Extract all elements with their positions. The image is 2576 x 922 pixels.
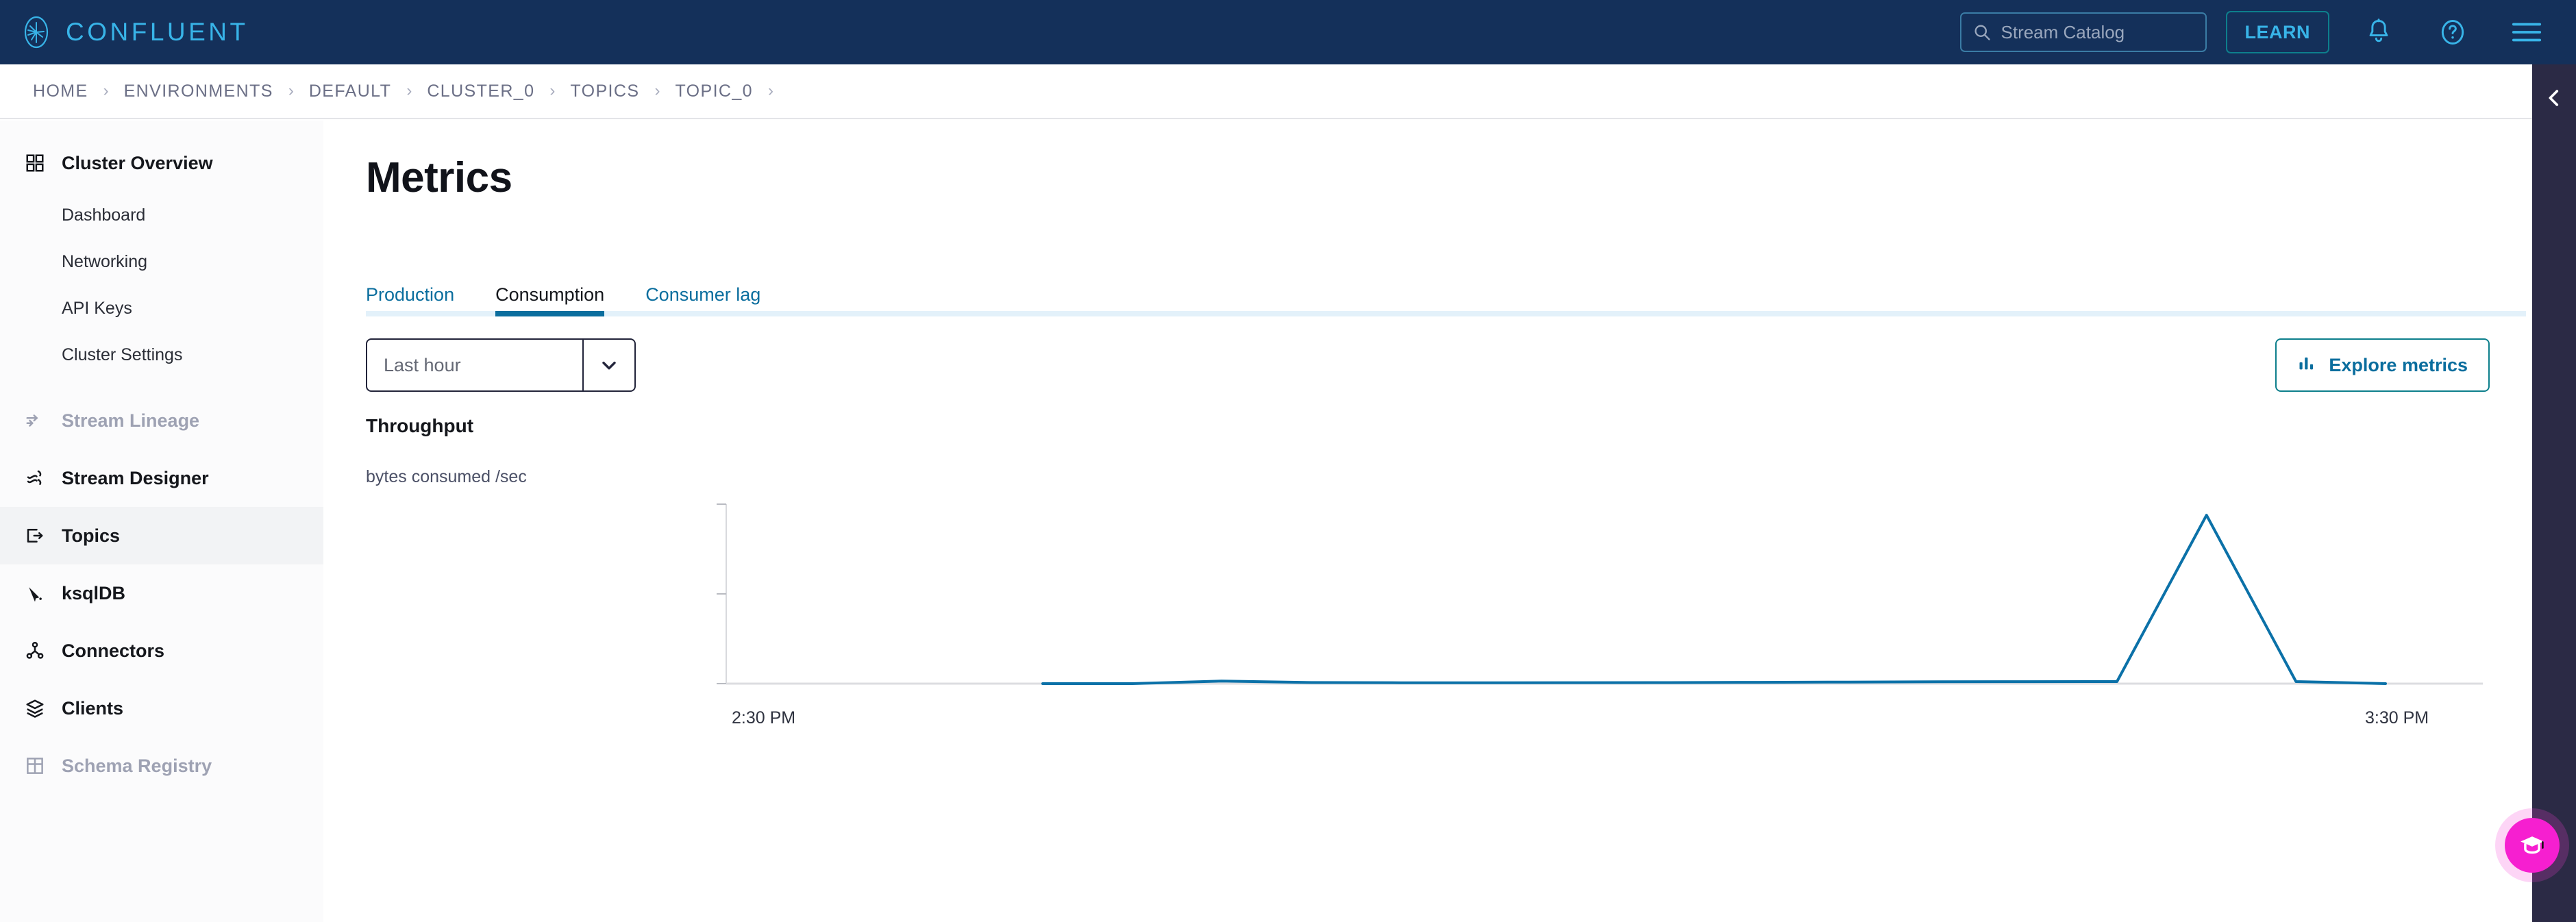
sidebar-item-label: Stream Designer: [62, 467, 209, 488]
bell-icon: [2369, 18, 2388, 42]
metrics-toolbar: Last hour Explore metrics: [323, 338, 2532, 400]
confluent-logo[interactable]: CONFLUENT: [19, 15, 249, 49]
connectors-icon: [23, 639, 47, 662]
sidebar-subitem-label: API Keys: [62, 298, 132, 318]
right-panel-collapse-toggle[interactable]: [2532, 64, 2576, 922]
time-range-select[interactable]: Last hour: [366, 338, 636, 392]
sidebar-item-clients[interactable]: Clients: [0, 680, 323, 737]
sidebar-item-label: ksqlDB: [62, 582, 126, 603]
clients-layers-icon: [23, 697, 47, 720]
breadcrumb-item-topic-0[interactable]: TOPIC_0: [675, 82, 753, 101]
x-axis-tick: 2:30 PM: [732, 708, 796, 727]
sidebar-item-connectors[interactable]: Connectors: [0, 622, 323, 680]
sidebar-item-schema-registry[interactable]: Schema Registry: [0, 737, 323, 795]
topbar-actions: Stream Catalog LEARN: [1959, 0, 2576, 64]
sidebar-item-stream-designer[interactable]: Stream Designer: [0, 449, 323, 507]
breadcrumb-separator: ›: [549, 82, 556, 100]
breadcrumb: HOME › ENVIRONMENTS › DEFAULT › CLUSTER_…: [0, 64, 2532, 119]
explore-metrics-label: Explore metrics: [2329, 354, 2468, 375]
confluent-metrics-page: CONFLUENT Stream Catalog LEARN HOME › EN…: [0, 0, 2576, 922]
chart-plot-area[interactable]: 29.3KB/s 14.65KB/s 0B/s 2:30 PM 3:30 PM: [323, 499, 2532, 727]
search-icon: [1974, 25, 1990, 40]
ksqldb-icon: [23, 582, 47, 605]
time-range-value: Last hour: [384, 354, 461, 375]
breadcrumb-separator: ›: [288, 82, 294, 100]
tab-active-underline: [495, 311, 605, 316]
breadcrumb-item-cluster-0[interactable]: CLUSTER_0: [427, 82, 534, 101]
sidebar-item-api-keys[interactable]: API Keys: [0, 285, 323, 332]
sidebar-item-topics[interactable]: Topics: [0, 507, 323, 564]
search-placeholder: Stream Catalog: [2001, 21, 2125, 42]
chevron-left-icon: [2549, 90, 2559, 106]
sidebar-item-label: Connectors: [62, 640, 165, 661]
sidebar-item-ksqldb[interactable]: ksqlDB: [0, 564, 323, 622]
tab-consumer-lag[interactable]: Consumer lag: [645, 284, 760, 311]
sidebar-item-label: Cluster Overview: [62, 152, 213, 173]
tab-production[interactable]: Production: [366, 284, 454, 311]
brand-text: CONFLUENT: [66, 18, 249, 46]
sidebar-subitem-label: Networking: [62, 251, 148, 271]
sidebar-item-cluster-overview[interactable]: Cluster Overview: [0, 134, 323, 192]
hamburger-menu-icon: [2512, 23, 2542, 42]
sidebar-item-label: Schema Registry: [62, 755, 212, 776]
sidebar-item-cluster-settings[interactable]: Cluster Settings: [0, 332, 323, 378]
grid-icon: [23, 151, 47, 175]
sidebar-subitem-label: Cluster Settings: [62, 345, 183, 364]
breadcrumb-separator: ›: [654, 82, 660, 100]
sidebar-item-label: Topics: [62, 525, 121, 546]
hamburger-menu-button[interactable]: [2507, 13, 2546, 51]
breadcrumb-item-environments[interactable]: ENVIRONMENTS: [124, 82, 273, 101]
metrics-tabs: Production Consumption Consumer lag: [323, 274, 2532, 319]
tab-baseline: [366, 311, 2526, 316]
sidebar-item-label: Clients: [62, 697, 124, 719]
help-icon: [2441, 20, 2464, 45]
breadcrumb-separator: ›: [768, 82, 773, 100]
sidebar-subitem-label: Dashboard: [62, 205, 146, 225]
learn-button[interactable]: LEARN: [2225, 11, 2329, 53]
breadcrumb-item-topics[interactable]: TOPICS: [570, 82, 639, 101]
breadcrumb-item-default[interactable]: DEFAULT: [309, 82, 391, 101]
breadcrumb-separator: ›: [406, 82, 412, 100]
graduation-cap-icon: [2521, 836, 2544, 854]
sidebar-item-label: Stream Lineage: [62, 410, 200, 431]
help-button[interactable]: [2433, 13, 2472, 51]
throughput-line-plot: [717, 503, 2483, 685]
confluent-mark-icon: [24, 16, 49, 49]
lineage-arrow-icon: [23, 409, 47, 432]
sidebar-navigation: Cluster Overview Dashboard Networking AP…: [0, 121, 323, 922]
breadcrumb-separator: ›: [103, 82, 109, 100]
sidebar-item-dashboard[interactable]: Dashboard: [0, 192, 323, 238]
main-content: Metrics Production Consumption Consumer …: [323, 121, 2532, 922]
tab-consumption[interactable]: Consumption: [495, 284, 604, 311]
topics-icon: [23, 524, 47, 547]
tab-row: Production Consumption Consumer lag: [323, 274, 2532, 311]
sidebar-item-networking[interactable]: Networking: [0, 238, 323, 285]
search-input[interactable]: Stream Catalog: [1959, 12, 2207, 52]
explore-metrics-button[interactable]: Explore metrics: [2275, 338, 2490, 392]
top-navigation-bar: CONFLUENT Stream Catalog LEARN: [0, 0, 2576, 64]
page-title: Metrics: [366, 154, 512, 201]
learning-fab-button[interactable]: [2505, 818, 2560, 873]
bar-chart-icon: [2297, 353, 2316, 377]
sidebar-item-stream-lineage[interactable]: Stream Lineage: [0, 392, 323, 449]
chevron-down-icon[interactable]: [582, 340, 634, 390]
chart-title: Throughput: [366, 415, 474, 436]
x-axis-tick: 3:30 PM: [2365, 708, 2429, 727]
notifications-button[interactable]: [2360, 13, 2398, 51]
breadcrumb-item-home[interactable]: HOME: [33, 82, 88, 101]
chart-subtitle: bytes consumed /sec: [366, 467, 527, 486]
schema-registry-icon: [23, 754, 47, 777]
stream-designer-icon: [23, 466, 47, 490]
